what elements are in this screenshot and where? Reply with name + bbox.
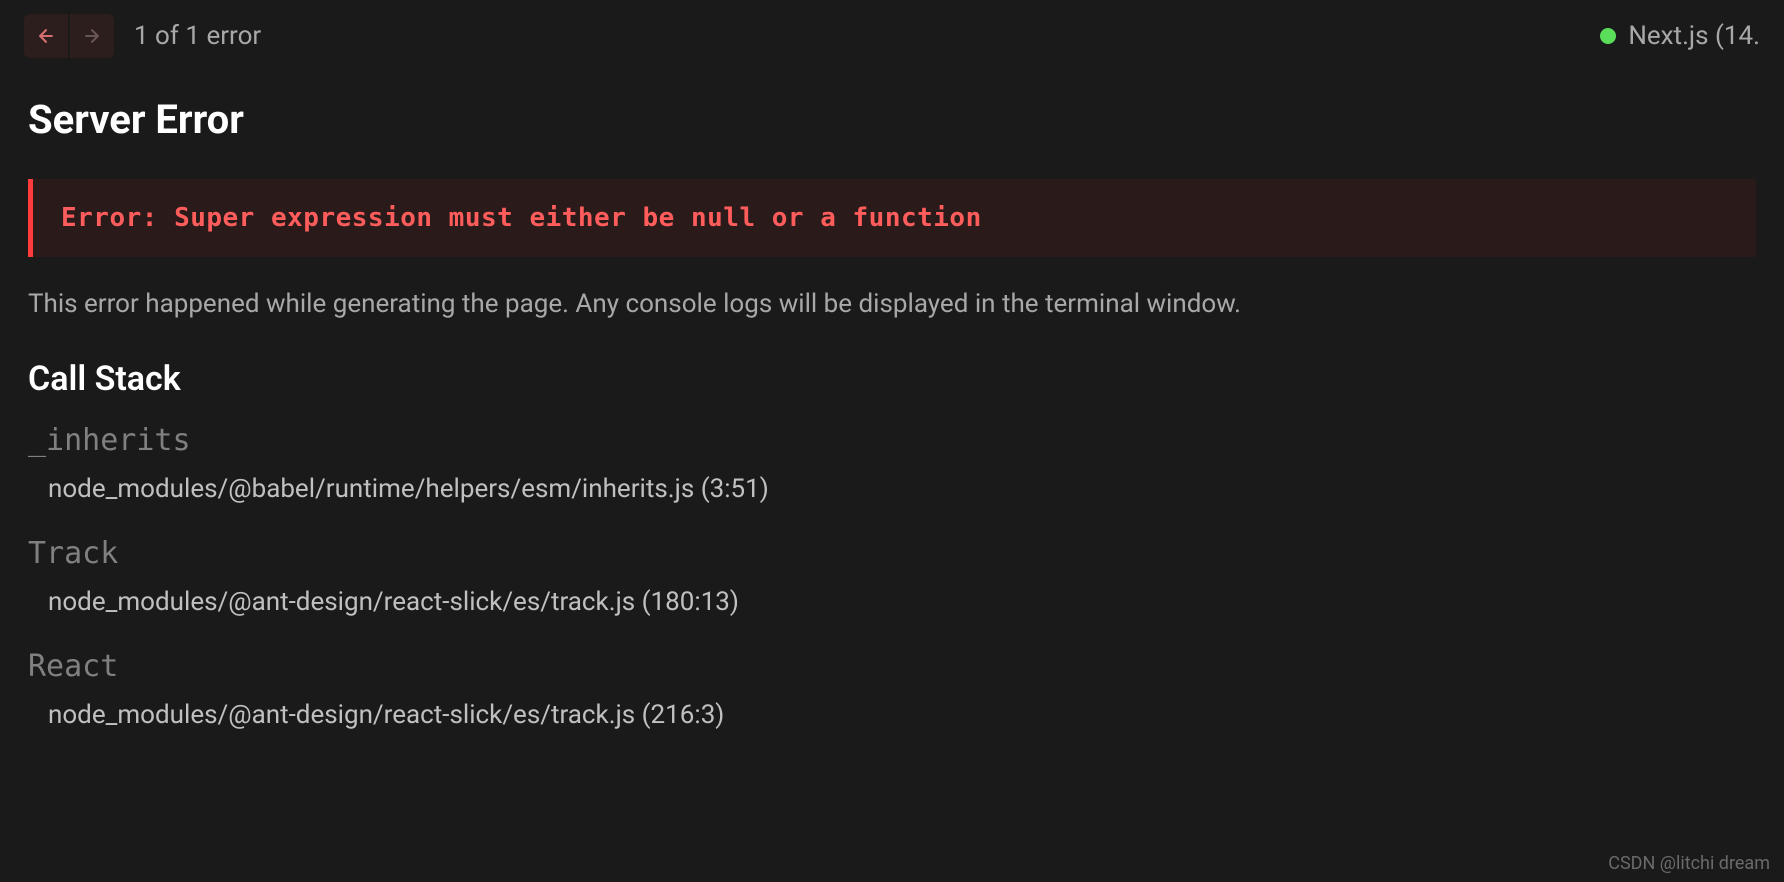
stack-function-name: _inherits — [28, 423, 1756, 458]
error-description: This error happened while generating the… — [28, 289, 1756, 319]
stack-frame: Track node_modules/@ant-design/react-sli… — [28, 536, 1756, 617]
stack-frame: _inherits node_modules/@babel/runtime/he… — [28, 423, 1756, 504]
stack-frame: React node_modules/@ant-design/react-sli… — [28, 649, 1756, 730]
next-error-button[interactable] — [70, 14, 114, 58]
stack-function-name: Track — [28, 536, 1756, 571]
callstack-title: Call Stack — [28, 359, 1756, 399]
header-right: Next.js (14. — [1600, 21, 1760, 51]
arrow-left-icon — [36, 26, 56, 46]
error-title: Server Error — [28, 96, 1756, 143]
stack-location: node_modules/@ant-design/react-slick/es/… — [28, 700, 1756, 730]
error-message-text: Error: Super expression must either be n… — [61, 203, 1728, 233]
error-count-label: 1 of 1 error — [134, 21, 261, 51]
stack-function-name: React — [28, 649, 1756, 684]
status-indicator-icon — [1600, 28, 1616, 44]
prev-error-button[interactable] — [24, 14, 68, 58]
nextjs-version-label: Next.js (14. — [1628, 21, 1760, 51]
header-bar: 1 of 1 error Next.js (14. — [0, 0, 1784, 72]
watermark: CSDN @litchi dream — [1608, 853, 1770, 874]
error-message-box: Error: Super expression must either be n… — [28, 179, 1756, 257]
header-left: 1 of 1 error — [24, 14, 261, 58]
arrow-right-icon — [82, 26, 102, 46]
stack-location: node_modules/@babel/runtime/helpers/esm/… — [28, 474, 1756, 504]
error-content: Server Error Error: Super expression mus… — [0, 72, 1784, 786]
stack-location: node_modules/@ant-design/react-slick/es/… — [28, 587, 1756, 617]
error-nav-buttons — [24, 14, 114, 58]
